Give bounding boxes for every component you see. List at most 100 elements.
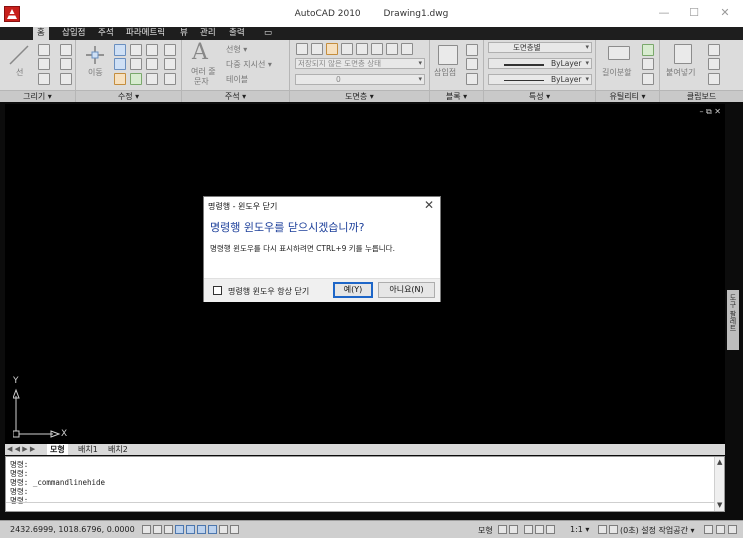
panel-layers-title[interactable]: 도면층 ▾ — [290, 90, 429, 102]
dialog-close-icon[interactable]: ✕ — [424, 198, 434, 212]
panel-clipboard-title[interactable]: 클립보드 — [660, 90, 743, 102]
panel-properties-title[interactable]: 특성 ▾ — [484, 90, 595, 102]
line-tool-icon[interactable] — [8, 44, 30, 66]
scale-icon[interactable] — [114, 73, 126, 85]
table-tool[interactable]: 테이블 — [226, 74, 248, 85]
offset-icon[interactable] — [164, 58, 176, 70]
fillet-icon[interactable] — [130, 58, 142, 70]
array-icon[interactable] — [130, 73, 142, 85]
no-button[interactable]: 아니요(N) — [378, 282, 435, 298]
explode-icon[interactable] — [164, 44, 176, 56]
paste-icon[interactable] — [674, 44, 692, 64]
cut-icon[interactable] — [708, 44, 720, 56]
copy-icon[interactable] — [146, 44, 158, 56]
maximize-button[interactable]: ☐ — [680, 4, 708, 22]
scroll-down-icon[interactable]: ▼ — [717, 501, 722, 509]
auto-scale-icon[interactable] — [609, 525, 618, 534]
polyline-icon[interactable] — [38, 44, 50, 56]
layer-lock-icon[interactable] — [356, 43, 368, 55]
scroll-up-icon[interactable]: ▲ — [717, 458, 722, 466]
layer-isolate-icon[interactable] — [326, 43, 338, 55]
quick-view-icon[interactable] — [509, 525, 518, 534]
insert-block-icon[interactable] — [438, 45, 458, 65]
layer-off-icon[interactable] — [311, 43, 323, 55]
minimize-button[interactable]: — — [650, 4, 678, 22]
tab-layout1[interactable]: 배치1 — [75, 444, 101, 455]
command-scrollbar[interactable]: ▲ ▼ — [714, 457, 724, 511]
panel-draw-title[interactable]: 그리기 ▾ — [0, 90, 75, 102]
yes-button[interactable]: 예(Y) — [333, 282, 373, 298]
layer-previous-icon[interactable] — [386, 43, 398, 55]
viewport-controls[interactable]: – ⧉ ✕ — [699, 107, 721, 117]
close-window-button[interactable]: ✕ — [711, 4, 739, 22]
status-menu-icon[interactable] — [728, 525, 737, 534]
edit-attribute-icon[interactable] — [466, 73, 478, 85]
model-space-button[interactable]: 모형 — [478, 525, 493, 536]
color-select[interactable]: 도면층별 — [488, 42, 592, 53]
panel-modify-title[interactable]: 수정 ▾ — [76, 90, 181, 102]
id-point-icon[interactable] — [642, 73, 654, 85]
multileader[interactable]: 다중 지시선 ▾ — [226, 59, 272, 70]
steering-wheel-icon[interactable] — [546, 525, 555, 534]
layer-walk-icon[interactable] — [401, 43, 413, 55]
ducs-toggle[interactable] — [208, 525, 217, 534]
move-tool-icon[interactable] — [84, 44, 106, 66]
tab-manage[interactable]: 관리 — [196, 27, 220, 40]
otrack-toggle[interactable] — [197, 525, 206, 534]
layer-freeze-icon[interactable] — [341, 43, 353, 55]
layout-icon[interactable] — [498, 525, 507, 534]
tab-parametric[interactable]: 파라메트릭 — [122, 27, 169, 40]
tool-palette-strip[interactable]: 도구 팔레트 — [727, 290, 739, 350]
measure-icon[interactable] — [608, 46, 630, 60]
dyn-toggle[interactable] — [219, 525, 228, 534]
erase-icon[interactable] — [146, 73, 158, 85]
layout-nav-buttons[interactable]: ◀ ◀ ▶ ▶ — [7, 445, 35, 453]
tab-view[interactable]: 뷰 — [176, 27, 192, 40]
hatch-icon[interactable] — [60, 58, 72, 70]
multiline-text-icon[interactable]: A — [192, 40, 208, 65]
quick-select-icon[interactable] — [642, 44, 654, 56]
tab-extra[interactable]: ▭ — [260, 27, 276, 40]
panel-utilities-title[interactable]: 유틸리티 ▾ — [596, 90, 659, 102]
layer-properties-icon[interactable] — [296, 43, 308, 55]
tab-annotate[interactable]: 주석 — [94, 27, 118, 40]
snap-toggle[interactable] — [142, 525, 151, 534]
panel-block-title[interactable]: 블록 ▾ — [430, 90, 483, 102]
current-layer-select[interactable]: 0 — [295, 74, 425, 85]
trim-icon[interactable] — [130, 44, 142, 56]
tab-output[interactable]: 출력 — [225, 27, 249, 40]
match-properties-icon[interactable] — [708, 73, 720, 85]
polygon-icon[interactable] — [60, 73, 72, 85]
rotate-icon[interactable] — [114, 44, 126, 56]
break-icon[interactable] — [164, 73, 176, 85]
rectangle-icon[interactable] — [60, 44, 72, 56]
tab-insert[interactable]: 삽입점 — [58, 27, 89, 40]
tab-home[interactable]: 홈 — [33, 27, 49, 40]
tab-model[interactable]: 모형 — [47, 444, 68, 455]
lock-ui-icon[interactable] — [704, 525, 713, 534]
layer-match-icon[interactable] — [371, 43, 383, 55]
dimension-linear[interactable]: 선형 ▾ — [226, 44, 247, 55]
annotation-scale[interactable]: 1:1 ▾ — [570, 525, 589, 534]
clean-screen-icon[interactable] — [716, 525, 725, 534]
polar-toggle[interactable] — [175, 525, 184, 534]
create-block-icon[interactable] — [466, 44, 478, 56]
circle-icon[interactable] — [38, 58, 50, 70]
panel-annotation-title[interactable]: 주석 ▾ — [182, 90, 289, 102]
grid-toggle[interactable] — [153, 525, 162, 534]
copy-clip-icon[interactable] — [708, 58, 720, 70]
tab-layout2[interactable]: 배치2 — [105, 444, 131, 455]
edit-block-icon[interactable] — [466, 58, 478, 70]
workspace-switch[interactable]: (0초) 설정 작업공간 ▾ — [620, 525, 695, 536]
command-input[interactable] — [6, 502, 714, 511]
osnap-toggle[interactable] — [186, 525, 195, 534]
layer-state-select[interactable]: 저장되지 않은 도면층 상태 — [295, 58, 425, 69]
arc-icon[interactable] — [38, 73, 50, 85]
pan-icon[interactable] — [524, 525, 533, 534]
ortho-toggle[interactable] — [164, 525, 173, 534]
always-close-label[interactable]: 명령행 윈도우 항상 닫기 — [228, 286, 309, 297]
always-close-checkbox[interactable] — [213, 286, 222, 295]
mirror-icon[interactable] — [114, 58, 126, 70]
quick-calc-icon[interactable] — [642, 58, 654, 70]
lwt-toggle[interactable] — [230, 525, 239, 534]
